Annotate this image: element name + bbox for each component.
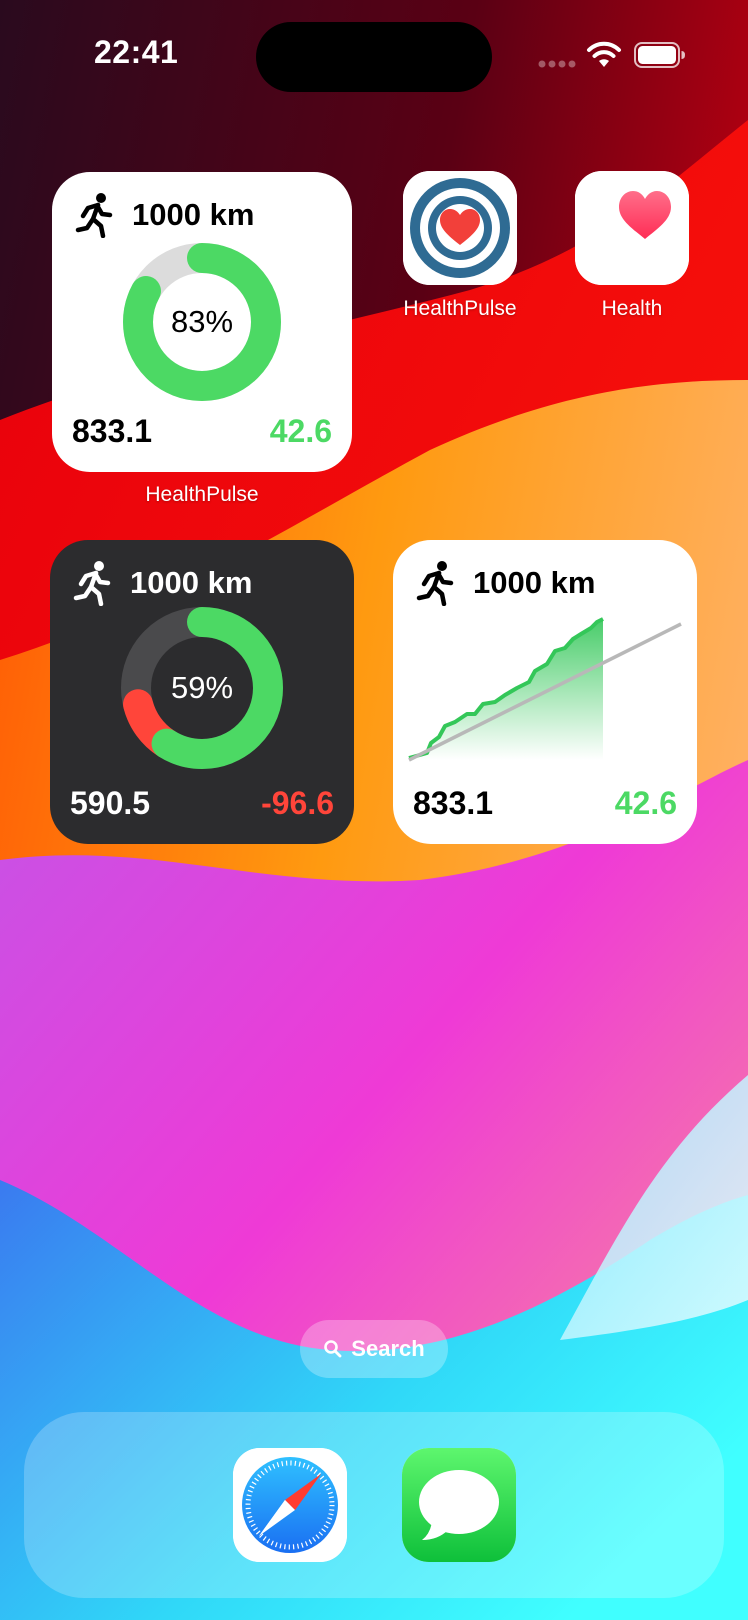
status-time: 22:41 [94,34,179,70]
search-button[interactable]: Search [300,1320,448,1378]
progress-percent: 83% [170,304,234,339]
app-icon-messages[interactable] [402,1448,516,1562]
compass-icon [233,1448,347,1562]
distance-change: -96.6 [261,785,334,821]
progress-percent: 59% [170,670,234,705]
distance-value: 590.5 [70,785,151,821]
running-icon [75,193,113,238]
search-label: Search [351,1336,425,1361]
running-icon [73,561,111,606]
app-label-healthpulse: HealthPulse [403,297,517,320]
wifi-icon [587,41,621,67]
dock [24,1412,724,1598]
speech-bubble-icon [402,1448,516,1562]
distance-change: 42.6 [614,785,677,821]
distance-ring-widget-dark[interactable]: 1000 km 59% 590.5 -96.6 [50,540,354,844]
widget-title: 1000 km [130,565,253,600]
distance-value: 833.1 [413,785,494,821]
search-icon [324,1340,342,1358]
app-label-health: Health [601,297,663,320]
app-icon-safari[interactable] [233,1448,347,1562]
distance-change: 42.6 [269,413,332,449]
app-icon-health[interactable] [575,171,689,285]
widget-title: 1000 km [132,197,255,232]
widget-app-label: HealthPulse [145,483,259,506]
heart-icon [575,171,689,285]
app-icon-healthpulse[interactable] [403,171,517,285]
distance-value: 833.1 [72,413,153,449]
distance-ring-widget[interactable]: 1000 km 83% 833.1 42.6 [52,172,352,472]
target-heart-icon [403,171,517,285]
cellular-signal-icon [538,60,576,68]
distance-chart-widget[interactable]: 1000 km 833.1 42.6 [393,540,697,844]
battery-icon [634,42,685,68]
dynamic-island [256,22,492,92]
